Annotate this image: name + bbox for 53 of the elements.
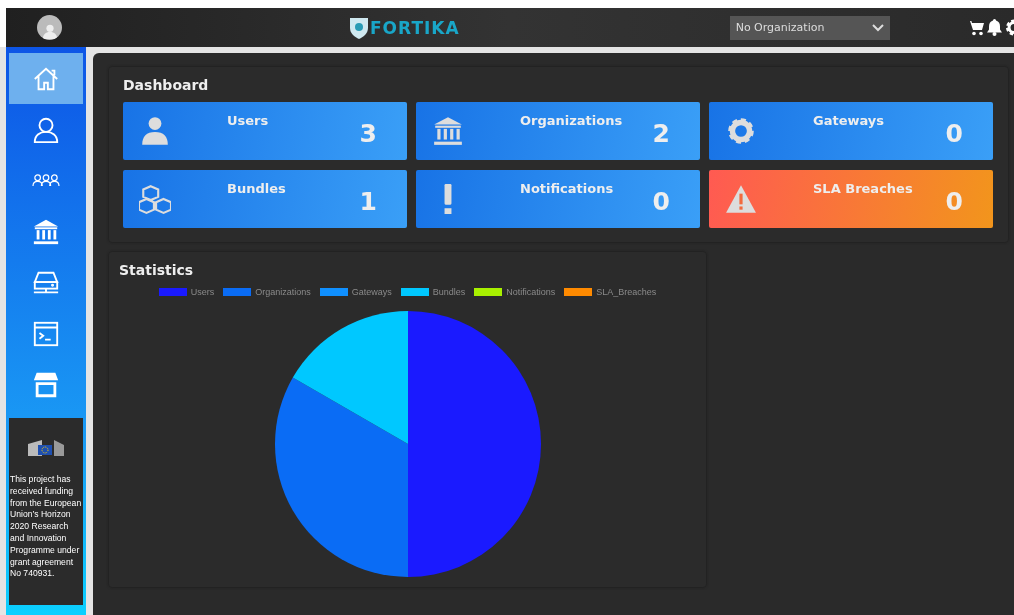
cart-icon[interactable] (967, 19, 984, 36)
tile-label: Gateways (813, 113, 885, 128)
legend-label: Organizations (255, 287, 311, 297)
legend-swatch (400, 288, 429, 296)
bank-icon (32, 217, 60, 246)
tile-label: Bundles (227, 181, 286, 196)
settings-icon[interactable] (1005, 19, 1014, 36)
chevron-icon (871, 23, 884, 32)
legend-label: Gateways (351, 287, 392, 297)
stat-tile[interactable]: SLA Breaches 0 (709, 170, 993, 228)
legend-swatch (158, 288, 187, 296)
warning-icon (725, 183, 757, 215)
tile-label: Users (227, 113, 269, 128)
legend-swatch (564, 288, 593, 296)
shield-icon (349, 15, 369, 40)
nav-item[interactable] (9, 53, 83, 104)
bell-icon[interactable] (987, 19, 1002, 36)
legend-label: SLA_Breaches (596, 287, 657, 297)
legend-swatch (474, 288, 503, 296)
building-flag-icon (26, 438, 66, 458)
user-icon (139, 115, 171, 147)
section-title: Statistics (119, 262, 195, 278)
tile-count: 1 (359, 186, 377, 216)
exclamation-icon (444, 184, 452, 214)
tile-count: 0 (652, 186, 670, 216)
tile-label: Notifications (520, 181, 614, 196)
stat-tile[interactable]: Notifications 0 (416, 170, 700, 228)
stat-tile[interactable]: Gateways 0 (709, 102, 993, 160)
legend-label: Notifications (506, 287, 556, 297)
stat-tile[interactable]: Bundles 1 (123, 170, 407, 228)
stat-tile[interactable]: Organizations 2 (416, 102, 700, 160)
section-title: Dashboard (123, 77, 210, 93)
organization-select[interactable]: No Organization (729, 15, 890, 40)
legend-label: Bundles (432, 287, 466, 297)
bank-icon (432, 115, 464, 147)
legend-swatch (319, 288, 348, 296)
tile-count: 0 (945, 186, 963, 216)
avatar-icon[interactable] (37, 15, 62, 40)
stat-tile[interactable]: Users 3 (123, 102, 407, 160)
gear-icon (725, 115, 757, 147)
group-icon (32, 174, 60, 187)
logo-text[interactable]: FORTIKA (370, 17, 460, 38)
tile-count: 3 (359, 118, 377, 148)
tile-label: Organizations (520, 113, 623, 128)
tile-count: 0 (945, 118, 963, 148)
legend-label: Users (190, 287, 215, 297)
user-icon (32, 115, 60, 144)
tile-label: SLA Breaches (813, 181, 913, 196)
tile-count: 2 (652, 118, 670, 148)
legend-swatch (223, 288, 252, 296)
terminal-icon (32, 319, 60, 348)
store-icon (32, 370, 60, 399)
funding-note: This project has received funding from the European Union’s Horizon 2020 Research and Innovation Programme under grant agreement No 740931. (9, 474, 83, 581)
